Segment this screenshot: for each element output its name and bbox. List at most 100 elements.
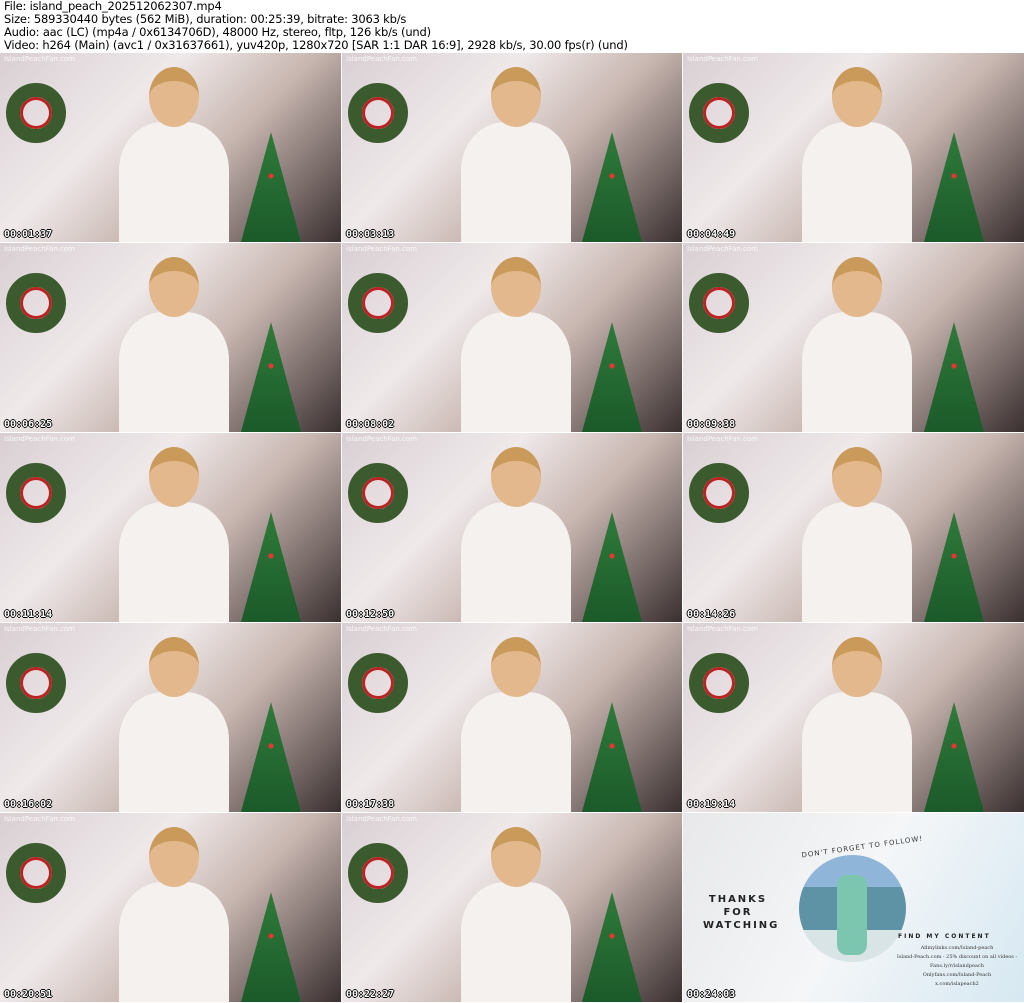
- timestamp: 00:03:13: [346, 229, 395, 240]
- thumbnail[interactable]: IslandPeachFan.com 00:20:51: [0, 813, 341, 1002]
- person-head: [832, 637, 883, 697]
- timestamp: 00:17:38: [346, 799, 395, 810]
- wreath-decoration: [348, 83, 408, 143]
- thumbnail[interactable]: IslandPeachFan.com 00:09:38: [683, 243, 1024, 432]
- person-figure: [802, 122, 913, 242]
- person-figure: [802, 692, 913, 812]
- person-head: [149, 67, 200, 127]
- thumbnail[interactable]: IslandPeachFan.com 00:17:38: [342, 623, 682, 812]
- timestamp: 00:06:25: [4, 419, 53, 430]
- christmas-tree: [241, 132, 301, 242]
- wreath-decoration: [6, 273, 66, 333]
- wreath-decoration: [689, 463, 749, 523]
- timestamp: 00:24:03: [687, 989, 736, 1000]
- timestamp: 00:09:38: [687, 419, 736, 430]
- wreath-decoration: [689, 83, 749, 143]
- watermark: IslandPeachFan.com: [4, 245, 75, 253]
- profile-photo: [799, 855, 906, 962]
- thumbnail[interactable]: IslandPeachFan.com 00:16:02: [0, 623, 341, 812]
- person-figure: [119, 882, 230, 1002]
- thumbnail[interactable]: IslandPeachFan.com 00:11:14: [0, 433, 341, 622]
- christmas-tree: [924, 702, 984, 812]
- person-figure: [802, 502, 913, 622]
- file-info: File: island_peach_202512062307.mp4 Size…: [4, 0, 628, 52]
- link-text: Allmylinks.com/Island-peach: [920, 945, 994, 951]
- person-head: [491, 637, 541, 697]
- timestamp: 00:12:50: [346, 609, 395, 620]
- christmas-tree: [241, 322, 301, 432]
- person-head: [149, 827, 200, 887]
- wreath-decoration: [6, 843, 66, 903]
- thumbnail[interactable]: IslandPeachFan.com 00:04:49: [683, 53, 1024, 242]
- person-head: [832, 257, 883, 317]
- watermark: IslandPeachFan.com: [687, 625, 758, 633]
- person-figure: [802, 312, 913, 432]
- wreath-decoration: [6, 83, 66, 143]
- wreath-decoration: [6, 463, 66, 523]
- person-figure: [119, 692, 230, 812]
- watermark: IslandPeachFan.com: [346, 435, 417, 443]
- christmas-tree: [582, 512, 642, 622]
- christmas-tree: [582, 892, 642, 1002]
- thumbnail[interactable]: IslandPeachFan.com 00:03:13: [342, 53, 682, 242]
- person-figure: [119, 312, 230, 432]
- link-text: Fans.ly/r/islandpeach: [930, 963, 984, 969]
- timestamp: 00:04:49: [687, 229, 736, 240]
- thumbnail-grid: IslandPeachFan.com 00:01:37 IslandPeachF…: [0, 53, 1024, 1002]
- timestamp: 00:14:26: [687, 609, 736, 620]
- watermark: IslandPeachFan.com: [346, 625, 417, 633]
- person-head: [491, 257, 541, 317]
- link-text: Island-Peach.com - 25% discount on all v…: [896, 954, 1018, 960]
- person-figure: [461, 122, 571, 242]
- wreath-decoration: [6, 653, 66, 713]
- thumbnail[interactable]: IslandPeachFan.com 00:12:50: [342, 433, 682, 622]
- watermark: IslandPeachFan.com: [4, 435, 75, 443]
- person-figure: [461, 502, 571, 622]
- timestamp: 00:22:27: [346, 989, 395, 1000]
- person-head: [149, 447, 200, 507]
- wreath-decoration: [689, 653, 749, 713]
- person-figure: [461, 882, 571, 1002]
- person-head: [149, 637, 200, 697]
- thumbnail[interactable]: IslandPeachFan.com 00:06:25: [0, 243, 341, 432]
- wreath-decoration: [689, 273, 749, 333]
- person-figure: [461, 312, 571, 432]
- watermark: IslandPeachFan.com: [346, 55, 417, 63]
- thumbnail[interactable]: IslandPeachFan.com 00:08:02: [342, 243, 682, 432]
- timestamp: 00:16:02: [4, 799, 53, 810]
- thumbnail[interactable]: IslandPeachFan.com 00:22:27: [342, 813, 682, 1002]
- wreath-decoration: [348, 843, 408, 903]
- link-text: Onlyfans.com/Island-Peach: [922, 972, 992, 978]
- timestamp: 00:08:02: [346, 419, 395, 430]
- person-head: [491, 447, 541, 507]
- christmas-tree: [241, 702, 301, 812]
- christmas-tree: [241, 512, 301, 622]
- wreath-decoration: [348, 463, 408, 523]
- thumbnail[interactable]: IslandPeachFan.com 00:19:14: [683, 623, 1024, 812]
- person-head: [491, 67, 541, 127]
- christmas-tree: [924, 512, 984, 622]
- christmas-tree: [924, 322, 984, 432]
- end-card-thumbnail[interactable]: THANKS FOR WATCHING DON'T FORGET TO FOLL…: [683, 813, 1024, 1002]
- christmas-tree: [924, 132, 984, 242]
- watermark: IslandPeachFan.com: [4, 55, 75, 63]
- timestamp: 00:19:14: [687, 799, 736, 810]
- link-text: x.com/islapeach2: [935, 981, 979, 987]
- christmas-tree: [241, 892, 301, 1002]
- person-head: [149, 257, 200, 317]
- christmas-tree: [582, 322, 642, 432]
- video-info: Video: h264 (Main) (avc1 / 0x31637661), …: [4, 38, 628, 52]
- timestamp: 00:20:51: [4, 989, 53, 1000]
- thanks-text: THANKS FOR WATCHING: [703, 894, 780, 931]
- thumbnail[interactable]: IslandPeachFan.com 00:01:37: [0, 53, 341, 242]
- thumbnail[interactable]: IslandPeachFan.com 00:14:26: [683, 433, 1024, 622]
- find-content-heading: FIND MY CONTENT: [898, 933, 991, 940]
- timestamp: 00:01:37: [4, 229, 53, 240]
- person-figure: [119, 502, 230, 622]
- person-head: [832, 447, 883, 507]
- watermark: IslandPeachFan.com: [687, 55, 758, 63]
- timestamp: 00:11:14: [4, 609, 53, 620]
- christmas-tree: [582, 132, 642, 242]
- links-list: Allmylinks.com/Island-peach Island-Peach.…: [895, 944, 1019, 989]
- christmas-tree: [582, 702, 642, 812]
